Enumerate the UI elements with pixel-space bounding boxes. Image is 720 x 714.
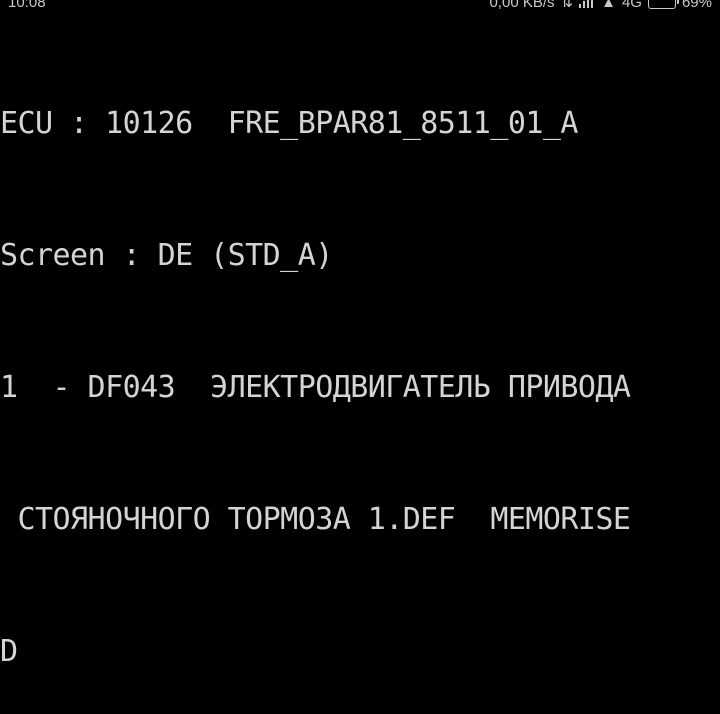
network-speed-text: 0,00 KB/s (489, 0, 555, 11)
terminal-line-ecu: ECU : 10126 FRE_BPAR81_8511_01_A (0, 106, 578, 141)
battery-level-text: 69% (681, 0, 712, 11)
terminal-screen: 10:08 0,00 KB/s ⇅ ▲ 4G 69% ECU : 10126 F… (0, 0, 720, 714)
status-bar-right: 0,00 KB/s ⇅ ▲ 4G 69% (489, 0, 712, 11)
fault-row-1-continued: СТОЯНОЧНОГО ТОРМОЗА 1.DEF MEMORISE (0, 502, 631, 537)
signal-bars-icon (579, 0, 595, 8)
sync-icon: ⇅ (560, 0, 574, 11)
fault-row-1-wrap: D (0, 634, 18, 669)
status-bar-left: 10:08 (8, 0, 46, 11)
terminal-output[interactable]: ECU : 10126 FRE_BPAR81_8511_01_A Screen … (0, 14, 720, 714)
sim-network-type: 4G (621, 0, 642, 11)
sim-signal-icon: ▲ (601, 0, 616, 11)
status-bar-clock: 10:08 (8, 0, 46, 11)
android-status-bar: 10:08 0,00 KB/s ⇅ ▲ 4G 69% (0, 0, 720, 14)
fault-row-1[interactable]: 1 - DF043 ЭЛЕКТРОДВИГАТЕЛЬ ПРИВОДА (0, 366, 720, 410)
battery-icon (647, 0, 679, 9)
terminal-line-screen: Screen : DE (STD_A) (0, 238, 333, 273)
